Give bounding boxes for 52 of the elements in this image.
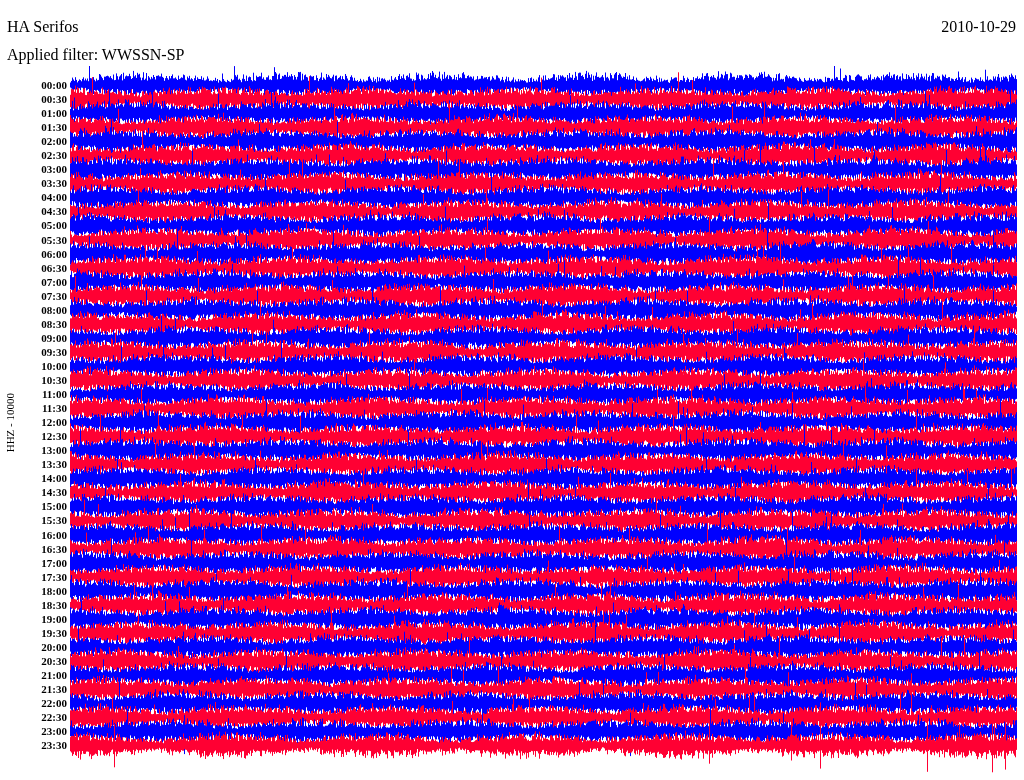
time-label: 07:30 (40, 289, 68, 304)
time-label: 10:00 (40, 359, 68, 374)
time-label: 20:00 (40, 640, 68, 655)
time-label: 11:30 (40, 402, 68, 417)
station-name: HA Serifos (7, 18, 79, 36)
y-axis-label: HHZ - 10000 (4, 393, 16, 453)
time-label: 14:00 (40, 472, 68, 487)
time-label: 11:00 (40, 388, 68, 403)
time-label: 23:00 (40, 725, 68, 740)
time-label: 07:00 (40, 275, 68, 290)
time-label: 13:30 (40, 458, 68, 473)
plot-date: 2010-10-29 (941, 18, 1016, 36)
time-label: 18:30 (40, 598, 68, 613)
time-label: 14:30 (40, 486, 68, 501)
time-label: 00:30 (40, 93, 68, 108)
time-label: 04:30 (40, 205, 68, 220)
time-label: 02:00 (40, 135, 68, 150)
time-label: 13:00 (40, 444, 68, 459)
time-label: 10:30 (40, 374, 68, 388)
time-label: 19:00 (40, 612, 68, 627)
time-label: 15:30 (40, 514, 68, 529)
time-label: 03:30 (40, 177, 68, 192)
time-label: 01:00 (40, 107, 68, 122)
time-label: 18:00 (40, 584, 68, 599)
time-label: 17:30 (40, 570, 68, 585)
time-label: 22:00 (40, 697, 68, 712)
time-label: 04:00 (40, 191, 68, 206)
time-label: 21:00 (40, 668, 68, 683)
time-label: 17:00 (40, 556, 68, 571)
time-label: 00:00 (40, 79, 68, 93)
time-label: 23:30 (40, 739, 68, 754)
time-label: 06:00 (40, 247, 68, 262)
time-label: 02:30 (40, 149, 68, 164)
time-label: 21:30 (40, 683, 68, 697)
time-label: 06:30 (40, 261, 68, 276)
time-label: 16:30 (40, 542, 68, 557)
time-label: 08:30 (40, 317, 68, 332)
filter-label: Applied filter: WWSSN-SP (7, 46, 185, 63)
time-label: 05:30 (40, 233, 68, 248)
time-label: 12:30 (40, 430, 68, 445)
time-label: 20:30 (40, 654, 68, 669)
time-label: 16:00 (40, 528, 68, 543)
time-label: 19:30 (40, 626, 68, 641)
time-label: 03:00 (40, 163, 68, 178)
time-label: 09:00 (40, 331, 68, 346)
time-label: 12:00 (40, 416, 68, 431)
time-label: 05:00 (40, 219, 68, 234)
time-label: 09:30 (40, 345, 68, 360)
time-label: 15:00 (40, 500, 68, 515)
time-label: 22:30 (40, 711, 68, 726)
time-label: 08:00 (40, 303, 68, 318)
time-label: 01:30 (40, 121, 68, 136)
